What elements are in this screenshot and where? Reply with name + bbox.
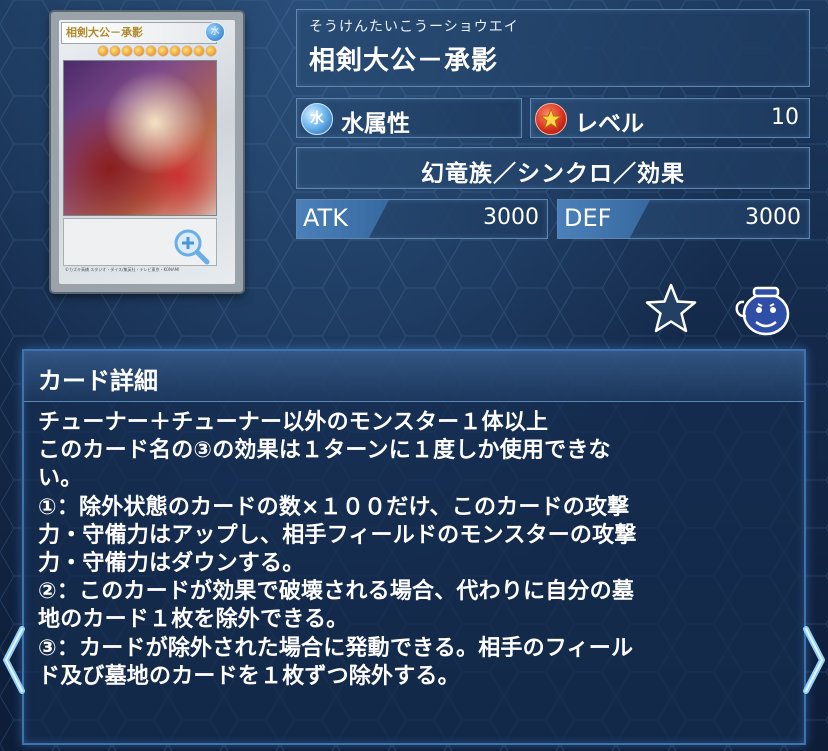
card-effect-text: チューナー＋チューナー以外のモンスター１体以上 このカード名の③の効果は１ターン… [38, 409, 794, 691]
card-type-line: 幻竜族／シンクロ／効果 [421, 161, 685, 187]
water-attribute-icon: 水 [301, 103, 333, 135]
effect-line: 力・守備力はアップし、相手フィールドのモンスターの攻撃 [38, 522, 637, 548]
star-icon[interactable] [644, 282, 698, 336]
card-detail-header: カード詳細 [24, 351, 804, 402]
def-panel: DEF 3000 [557, 199, 810, 239]
level-panel: レベル 10 [530, 98, 810, 138]
attribute-panel: 水 水属性 [296, 98, 522, 138]
level-star-icon [158, 46, 168, 56]
card-detail-panel[interactable]: カード詳細 チューナー＋チューナー以外のモンスター１体以上 このカード名の③の効… [22, 349, 806, 745]
effect-line: ②：このカードが効果で破壊される場合、代わりに自分の墓 [38, 579, 635, 605]
effect-line: 地のカード１枚を除外できる。 [38, 607, 349, 633]
card-image-attribute-icon: 水 [205, 22, 225, 42]
level-star-icon [110, 46, 120, 56]
chevron-right-icon[interactable] [800, 625, 828, 695]
level-star-icon [170, 46, 180, 56]
level-star-icon [206, 46, 216, 56]
card-detail-title: カード詳細 [38, 367, 158, 395]
effect-line: このカード名の③の効果は１ターンに１度しか使用できな [38, 438, 611, 464]
level-star-icon [535, 103, 567, 135]
level-star-icon [98, 46, 108, 56]
attribute-label: 水属性 [341, 111, 410, 137]
effect-line: ③：カードが除外された場合に発動できる。相手のフィール [38, 635, 634, 661]
def-value: 3000 [745, 205, 801, 230]
level-star-icon [194, 46, 204, 56]
effect-line: ①：除外状態のカードの数×１００だけ、このカードの攻撃 [38, 494, 630, 520]
atk-value: 3000 [483, 205, 539, 230]
pot-of-greed-icon[interactable] [732, 280, 794, 338]
effect-line: 力・守備力はダウンする。 [38, 551, 305, 577]
effect-line: チューナー＋チューナー以外のモンスター１体以上 [38, 410, 549, 435]
atk-label: ATK [303, 204, 348, 232]
card-name-reading: そうけんたいこうーショウエイ [309, 19, 519, 35]
level-star-icon [146, 46, 156, 56]
card-image-level-stars [81, 46, 216, 58]
card-artwork [63, 60, 217, 216]
level-star-icon [134, 46, 144, 56]
level-label: レベル [575, 111, 644, 137]
card-copyright: ©カズキ高橋 スタジオ・ダイス/集英社・テレビ東京・KONAMI [65, 267, 180, 272]
atk-panel: ATK 3000 [296, 199, 548, 239]
card-image-name: 相剣大公－承影 [61, 22, 217, 44]
type-panel: 幻竜族／シンクロ／効果 [296, 147, 810, 189]
effect-line: ド及び墓地のカードを１枚ずつ除外する。 [38, 663, 460, 689]
zoom-in-icon[interactable] [171, 226, 211, 266]
card-image[interactable]: 相剣大公－承影 水 ©カズキ高橋 スタジオ・ダイス/集英社・テレビ東京・KONA… [51, 12, 243, 292]
level-value: 10 [771, 105, 799, 130]
card-name-panel: そうけんたいこうーショウエイ 相剣大公－承影 [296, 9, 810, 87]
chevron-left-icon[interactable] [0, 625, 28, 695]
level-star-icon [182, 46, 192, 56]
level-star-icon [122, 46, 132, 56]
card-name: 相剣大公－承影 [309, 46, 499, 76]
def-label: DEF [564, 204, 612, 232]
effect-line: い。 [38, 466, 83, 492]
